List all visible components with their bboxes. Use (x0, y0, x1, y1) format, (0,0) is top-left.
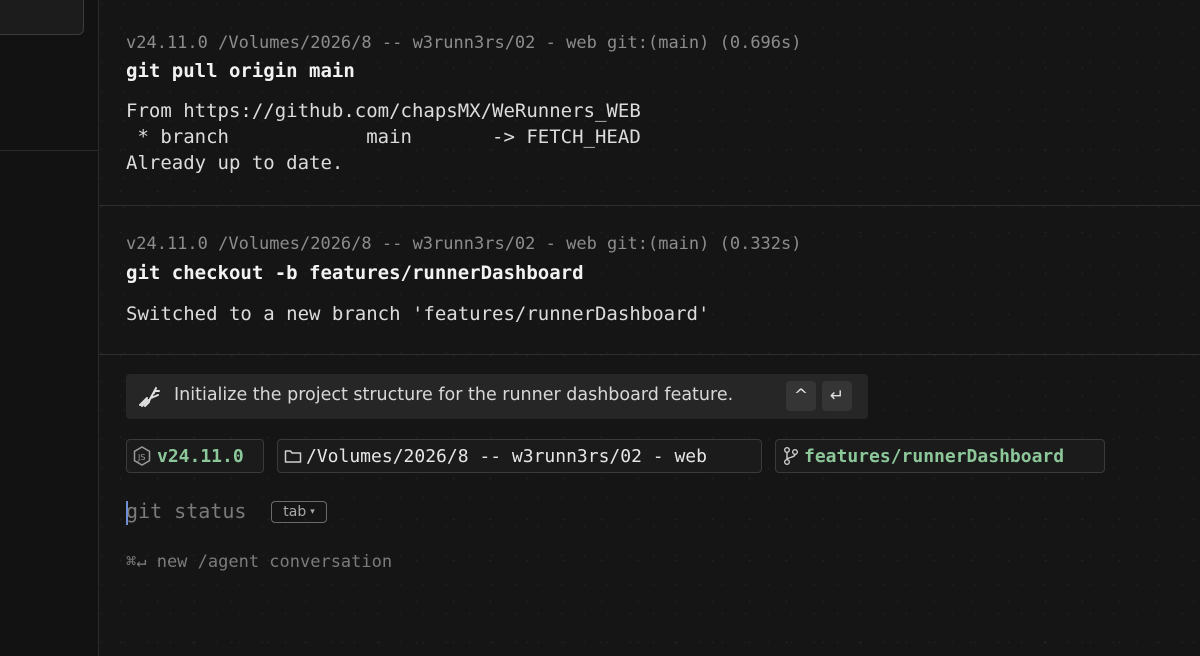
tab-accept-hint[interactable]: tab ▾ (271, 501, 327, 523)
directory-label: /Volumes/2026/8 -- w3runn3rs/02 - web (306, 445, 707, 467)
nodejs-icon: JS (133, 446, 151, 466)
node-version-chip[interactable]: JS v24.11.0 (126, 439, 264, 473)
node-version-label: v24.11.0 (157, 445, 244, 467)
previous-suggestion-button[interactable]: ^ (786, 381, 816, 411)
agent-sparkle-icon (138, 386, 160, 408)
git-branch-chip[interactable]: features/runnerDashboard (775, 439, 1105, 473)
block-meta: v24.11.0 /Volumes/2026/8 -- w3runn3rs/02… (126, 33, 802, 53)
tab-label: tab (283, 504, 307, 520)
block-command: git checkout -b features/runnerDashboard (126, 262, 584, 284)
block-command: git pull origin main (126, 60, 355, 82)
block-meta: v24.11.0 /Volumes/2026/8 -- w3runn3rs/02… (126, 234, 802, 254)
terminal-main: v24.11.0 /Volumes/2026/8 -- w3runn3rs/02… (99, 0, 1200, 656)
new-agent-conversation-hint: ⌘↵ new /agent conversation (126, 552, 393, 572)
chevron-down-icon: ▾ (310, 507, 315, 517)
git-branch-icon (782, 446, 800, 466)
sidebar-divider (0, 150, 98, 151)
enter-icon: ↵ (829, 386, 845, 406)
svg-text:JS: JS (137, 453, 145, 462)
sidebar-panel[interactable] (0, 0, 84, 35)
agent-suggestion[interactable]: Initialize the project structure for the… (126, 374, 868, 419)
block-output-line: * branch main -> FETCH_HEAD (126, 126, 641, 148)
autosuggestion-hint: git status (126, 499, 247, 523)
text-cursor (126, 501, 128, 525)
command-block[interactable]: v24.11.0 /Volumes/2026/8 -- w3runn3rs/02… (99, 206, 1200, 354)
block-output-line: Already up to date. (126, 152, 344, 174)
accept-suggestion-button[interactable]: ↵ (822, 381, 852, 411)
block-output-line: Switched to a new branch 'features/runne… (126, 303, 710, 325)
agent-suggestion-text: Initialize the project structure for the… (174, 385, 734, 405)
directory-chip[interactable]: /Volumes/2026/8 -- w3runn3rs/02 - web (277, 439, 762, 473)
block-divider (99, 354, 1200, 355)
chevron-up-icon: ^ (793, 386, 809, 406)
command-block[interactable]: v24.11.0 /Volumes/2026/8 -- w3runn3rs/02… (99, 0, 1200, 205)
git-branch-label: features/runnerDashboard (804, 445, 1065, 467)
sidebar (0, 0, 99, 656)
block-output-line: From https://github.com/chapsMX/WeRunner… (126, 100, 641, 122)
folder-icon (284, 448, 302, 464)
